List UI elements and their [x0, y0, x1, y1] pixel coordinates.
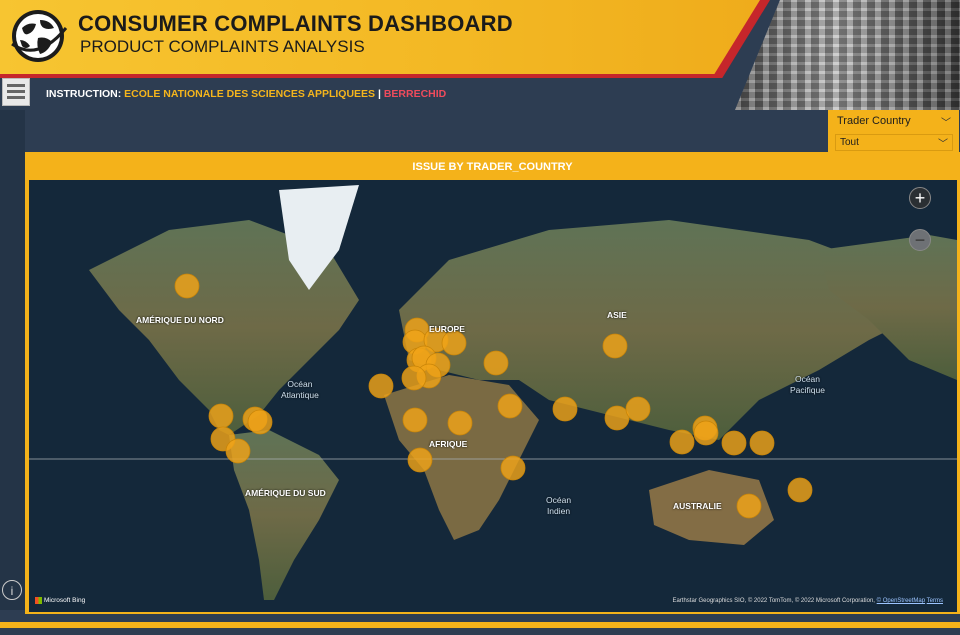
complaint-bubble[interactable]	[604, 405, 630, 431]
continent-label: EUROPE	[429, 324, 465, 334]
map-attribution: Earthstar Geographics SIO, © 2022 TomTom…	[672, 598, 943, 604]
complaint-bubble[interactable]	[787, 477, 813, 503]
instruction-line: INSTRUCTION: ECOLE NATIONALE DES SCIENCE…	[46, 88, 446, 100]
chevron-down-icon[interactable]: ﹀	[941, 114, 951, 129]
slicer-title: Trader Country	[837, 115, 911, 127]
continent-label: AUSTRALIE	[673, 501, 722, 511]
slicer-selected-value: Tout	[840, 137, 859, 148]
complaint-bubble[interactable]	[247, 409, 273, 435]
bottom-accent-band	[0, 622, 960, 628]
ocean-label: Océan Indien	[546, 495, 571, 517]
school-name: ECOLE NATIONALE DES SCIENCES APPLIQUEES	[124, 88, 376, 100]
ocean-label-line: Atlantique	[281, 390, 319, 400]
ocean-label-line: Indien	[546, 506, 571, 516]
ocean-label-line: Pacifique	[790, 385, 825, 395]
ocean-label: Océan Atlantique	[281, 379, 319, 401]
complaint-bubble[interactable]	[625, 396, 651, 422]
left-side-bar	[0, 110, 25, 610]
complaint-bubble[interactable]	[368, 373, 394, 399]
dashboard-subtitle: PRODUCT COMPLAINTS ANALYSIS	[80, 37, 365, 56]
ocean-label: Océan Pacifique	[790, 374, 825, 396]
complaint-bubble[interactable]	[225, 438, 251, 464]
continent-label: AFRIQUE	[429, 439, 468, 449]
complaint-bubble[interactable]	[402, 407, 428, 433]
globe-logo-icon	[11, 10, 68, 62]
bing-label: Microsoft Bing	[44, 597, 86, 604]
complaint-bubble[interactable]	[483, 350, 509, 376]
menu-line	[7, 90, 25, 93]
menu-line	[7, 84, 25, 87]
terms-link[interactable]: Terms	[927, 598, 943, 604]
complaint-bubble[interactable]	[407, 447, 433, 473]
issue-map-panel: ISSUE BY TRADER_COUNTRY AMÉRIQUE DU NORD…	[25, 152, 960, 614]
complaint-bubble[interactable]	[500, 455, 526, 481]
hamburger-menu-button[interactable]	[2, 78, 30, 106]
trader-country-slicer[interactable]: Trader Country ﹀ Tout ﹀	[828, 110, 959, 153]
complaint-bubble[interactable]	[497, 393, 523, 419]
store-aisle-photo	[735, 0, 960, 110]
ocean-label-line: Océan	[287, 379, 313, 389]
complaint-bubble[interactable]	[669, 429, 695, 455]
attribution-text: Earthstar Geographics SIO, © 2022 TomTom…	[672, 598, 875, 604]
complaint-bubble[interactable]	[736, 493, 762, 519]
map-canvas	[29, 180, 957, 612]
world-map[interactable]: AMÉRIQUE DU NORD EUROPE ASIE AFRIQUE AMÉ…	[29, 180, 957, 612]
map-title: ISSUE BY TRADER_COUNTRY	[412, 161, 573, 173]
zoom-out-button[interactable]: −	[909, 229, 931, 251]
continent-label: AMÉRIQUE DU NORD	[136, 315, 224, 325]
slicer-dropdown[interactable]: Tout ﹀	[835, 134, 953, 151]
complaint-bubble[interactable]	[174, 273, 200, 299]
city-name: BERRECHID	[383, 88, 447, 100]
complaint-bubble[interactable]	[749, 430, 775, 456]
complaint-bubble[interactable]	[441, 330, 467, 356]
complaint-bubble[interactable]	[447, 410, 473, 436]
menu-line	[7, 96, 25, 99]
instruction-label: INSTRUCTION:	[46, 88, 122, 100]
openstreetmap-link[interactable]: © OpenStreetMap	[877, 598, 925, 604]
complaint-bubble[interactable]	[208, 403, 234, 429]
complaint-bubble[interactable]	[602, 333, 628, 359]
info-icon[interactable]: i	[2, 580, 22, 600]
header: CONSUMER COMPLAINTS DASHBOARD PRODUCT CO…	[0, 0, 960, 110]
separator: |	[377, 88, 381, 100]
microsoft-logo-icon	[35, 596, 42, 604]
zoom-in-button[interactable]: +	[909, 187, 931, 209]
continent-label: ASIE	[607, 310, 627, 320]
complaint-bubble[interactable]	[721, 430, 747, 456]
continent-label: AMÉRIQUE DU SUD	[245, 488, 326, 498]
chevron-down-icon[interactable]: ﹀	[938, 135, 948, 150]
complaint-bubble[interactable]	[693, 420, 719, 446]
complaint-bubble[interactable]	[401, 365, 427, 391]
complaint-bubble[interactable]	[552, 396, 578, 422]
dashboard-title: CONSUMER COMPLAINTS DASHBOARD	[78, 11, 513, 36]
ocean-label-line: Océan	[546, 495, 572, 505]
ocean-label-line: Océan	[794, 374, 820, 384]
bing-logo: Microsoft Bing	[35, 596, 86, 604]
